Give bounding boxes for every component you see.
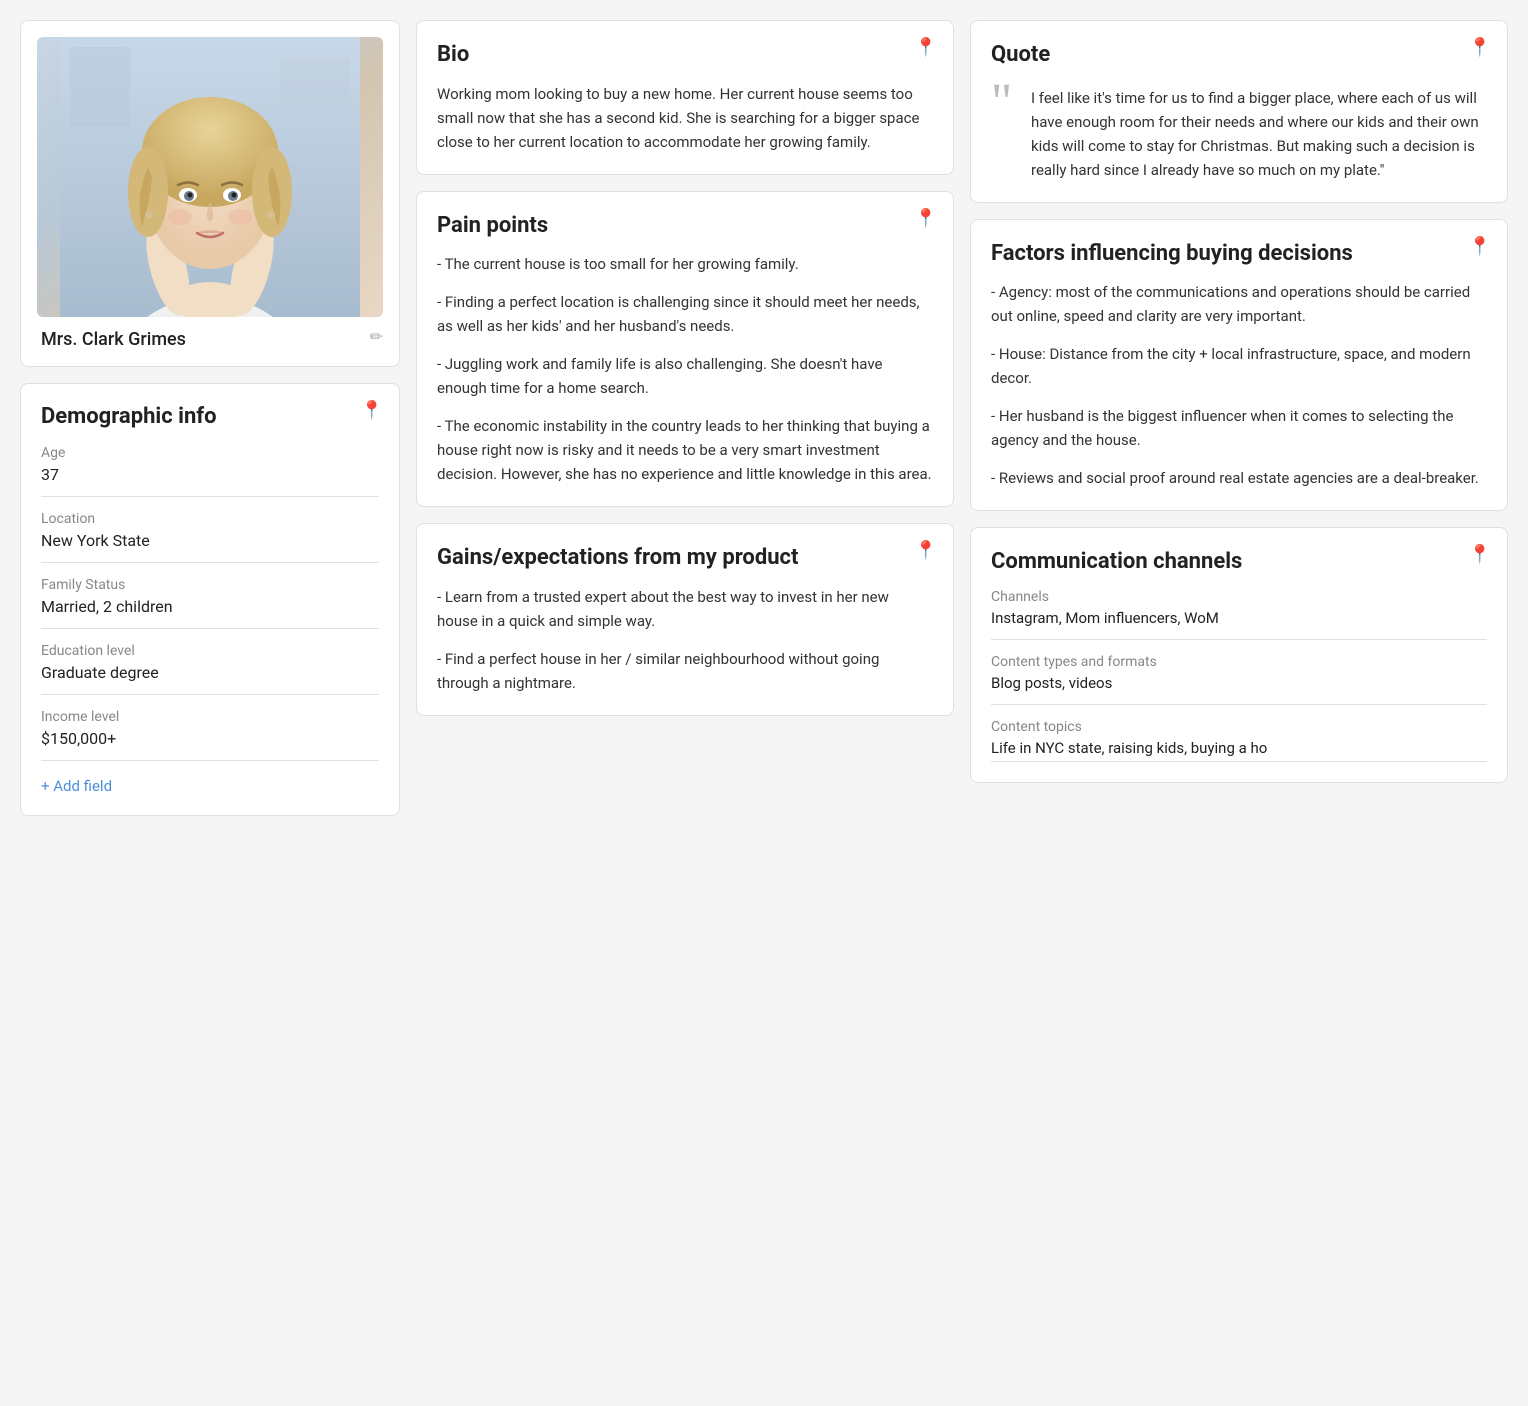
age-label: Age xyxy=(41,445,379,461)
income-label: Income level xyxy=(41,709,379,725)
pain-points-item-3: - The economic instability in the countr… xyxy=(437,414,933,486)
channels-label: Channels xyxy=(991,589,1487,605)
content-topics-label: Content topics xyxy=(991,719,1487,735)
pin-icon-gains[interactable]: 📍 xyxy=(915,540,937,561)
pin-icon-factors[interactable]: 📍 xyxy=(1469,236,1491,257)
content-topics-value: Life in NYC state, raising kids, buying … xyxy=(991,739,1487,762)
profile-name: Mrs. Clark Grimes xyxy=(37,329,383,350)
pain-points-item-0: - The current house is too small for her… xyxy=(437,252,933,276)
bio-text: Working mom looking to buy a new home. H… xyxy=(437,82,933,154)
quote-content: " I feel like it's time for us to find a… xyxy=(991,82,1487,182)
gains-item-1: - Find a perfect house in her / similar … xyxy=(437,647,933,695)
quote-card: 📍 Quote " I feel like it's time for us t… xyxy=(970,20,1508,203)
content-types-value: Blog posts, videos xyxy=(991,674,1487,705)
factors-item-2: - Her husband is the biggest influencer … xyxy=(991,404,1487,452)
demographic-card: 📍 Demographic info Age 37 Location New Y… xyxy=(20,383,400,816)
quote-mark-icon: " xyxy=(991,82,1012,124)
pin-icon-bio[interactable]: 📍 xyxy=(915,37,937,58)
factors-item-0: - Agency: most of the communications and… xyxy=(991,280,1487,328)
communication-title: Communication channels xyxy=(991,548,1487,577)
pin-icon-demographic[interactable]: 📍 xyxy=(361,400,383,421)
content-types-label: Content types and formats xyxy=(991,654,1487,670)
demographic-field-income: Income level $150,000+ xyxy=(41,709,379,761)
demographic-field-education: Education level Graduate degree xyxy=(41,643,379,695)
communication-card: 📍 Communication channels Channels Instag… xyxy=(970,527,1508,783)
location-value: New York State xyxy=(41,531,379,563)
income-value: $150,000+ xyxy=(41,729,379,761)
bio-title: Bio xyxy=(437,41,933,70)
factors-title: Factors influencing buying decisions xyxy=(991,240,1487,269)
demographic-title: Demographic info xyxy=(41,404,379,429)
right-column: 📍 Quote " I feel like it's time for us t… xyxy=(970,20,1508,816)
profile-card: Mrs. Clark Grimes ✏ xyxy=(20,20,400,367)
family-label: Family Status xyxy=(41,577,379,593)
demographic-field-family: Family Status Married, 2 children xyxy=(41,577,379,629)
bio-card: 📍 Bio Working mom looking to buy a new h… xyxy=(416,20,954,175)
gains-card: 📍 Gains/expectations from my product - L… xyxy=(416,523,954,716)
demographic-field-location: Location New York State xyxy=(41,511,379,563)
family-value: Married, 2 children xyxy=(41,597,379,629)
comm-section-0: Channels Instagram, Mom influencers, WoM xyxy=(991,589,1487,640)
age-value: 37 xyxy=(41,465,379,497)
gains-title: Gains/expectations from my product xyxy=(437,544,933,573)
pain-points-item-2: - Juggling work and family life is also … xyxy=(437,352,933,400)
location-label: Location xyxy=(41,511,379,527)
education-label: Education level xyxy=(41,643,379,659)
left-column: Mrs. Clark Grimes ✏ 📍 Demographic info A… xyxy=(20,20,400,816)
demographic-field-age: Age 37 xyxy=(41,445,379,497)
channels-value: Instagram, Mom influencers, WoM xyxy=(991,609,1487,640)
pin-icon-communication[interactable]: 📍 xyxy=(1469,544,1491,565)
main-layout: Mrs. Clark Grimes ✏ 📍 Demographic info A… xyxy=(20,20,1508,816)
pin-icon-pain[interactable]: 📍 xyxy=(915,208,937,229)
add-field-button[interactable]: + Add field xyxy=(41,777,112,795)
factors-card: 📍 Factors influencing buying decisions -… xyxy=(970,219,1508,512)
pain-points-item-1: - Finding a perfect location is challeng… xyxy=(437,290,933,338)
profile-photo xyxy=(37,37,383,317)
comm-section-1: Content types and formats Blog posts, vi… xyxy=(991,654,1487,705)
edit-icon[interactable]: ✏ xyxy=(370,327,383,346)
pin-icon-quote[interactable]: 📍 xyxy=(1469,37,1491,58)
pain-points-card: 📍 Pain points - The current house is too… xyxy=(416,191,954,508)
comm-section-2: Content topics Life in NYC state, raisin… xyxy=(991,719,1487,762)
pain-points-title: Pain points xyxy=(437,212,933,241)
quote-text: I feel like it's time for us to find a b… xyxy=(991,82,1487,182)
gains-item-0: - Learn from a trusted expert about the … xyxy=(437,585,933,633)
quote-title: Quote xyxy=(991,41,1487,70)
middle-column: 📍 Bio Working mom looking to buy a new h… xyxy=(416,20,954,816)
education-value: Graduate degree xyxy=(41,663,379,695)
factors-item-1: - House: Distance from the city + local … xyxy=(991,342,1487,390)
factors-item-3: - Reviews and social proof around real e… xyxy=(991,466,1487,490)
